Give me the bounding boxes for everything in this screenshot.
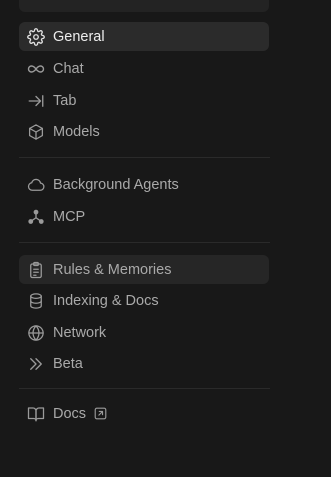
- cloud-icon: [27, 176, 45, 194]
- sidebar-item-label: Chat: [53, 60, 84, 77]
- nodes-icon: [27, 208, 45, 226]
- sidebar-item-tab[interactable]: Tab: [19, 86, 269, 115]
- sidebar-item-general[interactable]: General: [19, 22, 269, 51]
- divider: [19, 242, 270, 243]
- sidebar-item-label: Docs: [53, 405, 87, 422]
- sidebar-item-label: General: [53, 28, 105, 45]
- sidebar-item-chat[interactable]: Chat: [19, 54, 269, 83]
- sidebar-item-label: Background Agents: [53, 176, 179, 193]
- sidebar-item-indexing-docs[interactable]: Indexing & Docs: [19, 286, 269, 315]
- database-icon: [27, 292, 45, 310]
- sidebar-item-label: Tab: [53, 92, 77, 109]
- clipboard-icon: [27, 261, 45, 279]
- settings-sidebar: General Chat Tab Models Background Agent…: [0, 0, 331, 477]
- sidebar-item-rules-memories[interactable]: Rules & Memories: [19, 255, 269, 284]
- sidebar-item-label: MCP: [53, 208, 86, 225]
- external-link-icon: [94, 407, 107, 420]
- infinity-icon: [27, 60, 45, 78]
- gear-icon: [27, 27, 45, 46]
- sidebar-item-label: Indexing & Docs: [53, 292, 159, 309]
- cube-icon: [27, 123, 45, 141]
- sidebar-item-label: Beta: [53, 355, 83, 372]
- sidebar-item-mcp[interactable]: MCP: [19, 202, 269, 231]
- sidebar-item-docs[interactable]: Docs: [19, 399, 269, 428]
- arrow-right-bar-icon: [27, 92, 45, 110]
- sidebar-item-label: Rules & Memories: [53, 261, 172, 278]
- sidebar-item-background-agents[interactable]: Background Agents: [19, 170, 269, 199]
- double-chevron-right-icon: [27, 355, 45, 373]
- globe-icon: [27, 324, 45, 342]
- book-icon: [27, 405, 45, 423]
- divider: [19, 157, 270, 158]
- divider: [19, 388, 270, 389]
- sidebar-item-label: Network: [53, 324, 107, 341]
- sidebar-item-models[interactable]: Models: [19, 117, 269, 146]
- sidebar-item-network[interactable]: Network: [19, 318, 269, 347]
- sidebar-item-label: Models: [53, 123, 100, 140]
- sidebar-item-beta[interactable]: Beta: [19, 349, 269, 378]
- sidebar-search-field[interactable]: [19, 0, 269, 12]
